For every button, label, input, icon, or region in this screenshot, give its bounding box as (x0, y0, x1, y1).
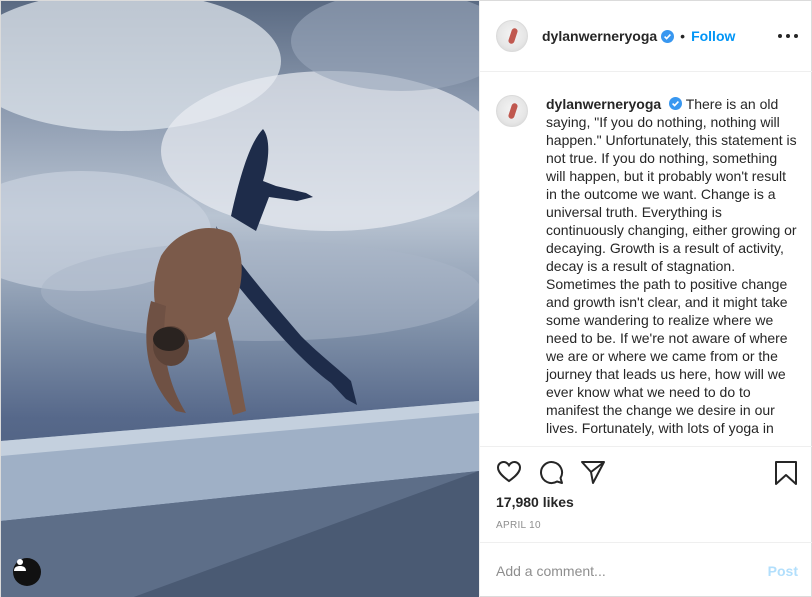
verified-badge-icon (669, 97, 683, 110)
post-header: dylanwerneryoga • Follow (480, 1, 812, 72)
user-tag-button[interactable] (13, 558, 41, 586)
post-date[interactable]: APRIL 10 (496, 520, 541, 531)
comment-input[interactable] (496, 562, 768, 579)
user-tag-icon (14, 559, 26, 571)
caption-text: There is an old saying, "If you do nothi… (546, 96, 797, 436)
caption: dylanwerneryoga There is an old saying, … (546, 95, 798, 437)
action-bar: 17,980 likes APRIL 10 (480, 446, 812, 542)
likes-count[interactable]: 17,980 likes (496, 494, 574, 510)
post-container: dylanwerneryoga • Follow dylanwerneryoga… (0, 0, 812, 597)
post-side-panel: dylanwerneryoga • Follow dylanwerneryoga… (479, 1, 812, 597)
separator-dot: • (680, 28, 686, 44)
heart-icon[interactable] (496, 459, 522, 485)
comments-area[interactable]: dylanwerneryoga There is an old saying, … (480, 73, 812, 446)
post-photo[interactable] (1, 1, 479, 597)
follow-button[interactable]: Follow (691, 28, 735, 44)
caption-avatar[interactable] (496, 95, 528, 127)
caption-row: dylanwerneryoga There is an old saying, … (496, 95, 798, 437)
action-icons (496, 459, 606, 485)
comment-icon[interactable] (538, 459, 564, 485)
caption-username[interactable]: dylanwerneryoga (546, 96, 661, 112)
verified-badge-icon (661, 29, 675, 43)
avatar[interactable] (496, 20, 528, 52)
post-comment-button[interactable]: Post (768, 563, 798, 579)
photo-illustration (1, 1, 479, 597)
header-username[interactable]: dylanwerneryoga (542, 28, 657, 44)
comment-form: Post (480, 542, 812, 597)
bookmark-icon[interactable] (774, 460, 798, 486)
more-options-icon[interactable] (778, 27, 798, 45)
share-icon[interactable] (580, 459, 606, 485)
